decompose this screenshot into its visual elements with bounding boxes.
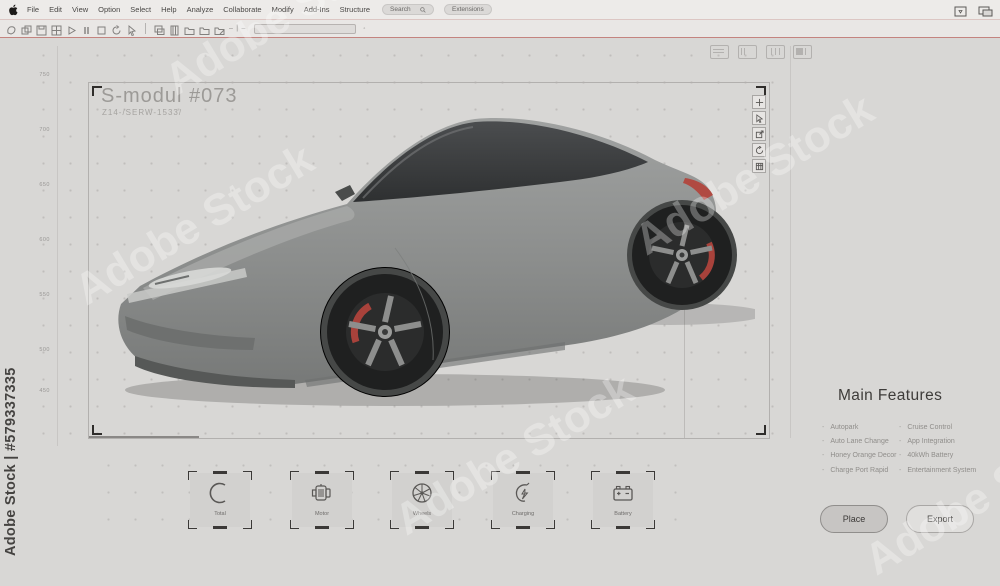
features-heading: Main Features	[838, 387, 943, 404]
ruler-label: 550	[39, 292, 50, 298]
tool-cursor-icon[interactable]	[126, 23, 137, 37]
feature-item: Entertainment System	[899, 467, 976, 474]
menu-edit[interactable]: Edit	[49, 5, 62, 14]
export-button[interactable]: Export	[906, 505, 974, 533]
tool-layers-icon[interactable]	[21, 23, 32, 35]
search-input[interactable]: Search	[382, 4, 434, 15]
category-label: Motor	[314, 511, 330, 517]
ruler-label: 650	[39, 182, 50, 188]
view-layout-icon-3[interactable]	[766, 45, 785, 59]
menu-option[interactable]: Option	[98, 5, 120, 14]
tool-folder2-icon[interactable]	[199, 23, 210, 35]
tool-pen-icon[interactable]	[6, 23, 17, 35]
category-card-battery[interactable]: Battery	[591, 471, 655, 529]
category-label: Total	[214, 511, 226, 517]
battery-icon	[613, 485, 633, 501]
extensions-button[interactable]: Extensions	[444, 4, 492, 15]
tool-folder-icon[interactable]	[184, 23, 195, 35]
menu-collaborate[interactable]: Collaborate	[223, 5, 261, 14]
tool-rotate-icon[interactable]	[111, 23, 122, 35]
crescent-icon	[209, 482, 226, 504]
watermark-tile: Adobe Stock	[856, 404, 1000, 585]
view-layout-icon-2[interactable]	[738, 45, 757, 59]
tool-folder-edit-icon[interactable]	[214, 23, 225, 35]
menu-addins[interactable]: Add-Ins	[304, 5, 330, 14]
menu-select[interactable]: Select	[130, 5, 151, 14]
ruler-label: 750	[39, 72, 50, 78]
feature-item: 40kWh Battery	[899, 452, 953, 459]
tool-grid-icon[interactable]	[51, 23, 62, 36]
wheel-icon	[412, 483, 432, 503]
ruler-label: 500	[39, 347, 50, 353]
category-label: Charging	[511, 511, 535, 517]
feature-item: Honey Orange Decor	[822, 452, 896, 459]
car-3d-model[interactable]	[95, 98, 755, 438]
magnifier-icon	[420, 6, 426, 13]
stock-id-watermark: Adobe Stock | #579337335	[3, 367, 19, 556]
tool-pause-icon[interactable]	[81, 23, 92, 34]
category-label: Battery	[614, 511, 632, 517]
category-card-wheels[interactable]: Wheels	[390, 471, 454, 529]
feature-item: App Integration	[899, 438, 954, 445]
toolbar-input[interactable]	[254, 23, 357, 34]
menu-modify[interactable]: Modify	[272, 5, 294, 14]
motor-icon	[311, 484, 331, 501]
menu-bar: File Edit View Option Select Help Analyz…	[0, 0, 1000, 20]
category-label: Wheels	[412, 511, 432, 517]
tool-windows-icon[interactable]	[154, 23, 165, 35]
search-placeholder: Search	[390, 6, 411, 13]
frame-corner-br	[756, 425, 766, 435]
menu-analyze[interactable]: Analyze	[187, 5, 214, 14]
view-layout-icon-4[interactable]	[793, 45, 812, 59]
ruler-label: 450	[39, 388, 50, 394]
apple-logo-icon[interactable]	[8, 4, 18, 16]
guide-line-left	[57, 46, 58, 446]
menu-view[interactable]: View	[72, 5, 88, 14]
tool-save-icon[interactable]	[36, 23, 47, 36]
windows-stack-icon[interactable]	[978, 4, 993, 17]
tool-structure-icon[interactable]	[169, 23, 180, 36]
toolbar-separator	[145, 23, 146, 34]
feature-item: Cruise Control	[899, 424, 952, 431]
menu-help[interactable]: Help	[161, 5, 176, 14]
feature-item: Auto Lane Change	[822, 438, 888, 445]
ruler-label: 700	[39, 127, 50, 133]
panel-toggle-icon[interactable]	[954, 4, 968, 17]
place-button[interactable]: Place	[820, 505, 888, 533]
category-card-total[interactable]: Total	[188, 471, 252, 529]
menu-file[interactable]: File	[27, 5, 39, 14]
menu-structure[interactable]: Structure	[340, 5, 370, 14]
toolbar-caret-icon: ◦	[363, 25, 366, 32]
view-layout-icon-1[interactable]	[710, 45, 729, 59]
charging-icon	[515, 482, 530, 502]
extensions-label: Extensions	[452, 6, 484, 13]
guide-line-right	[790, 46, 791, 438]
feature-item: Autopark	[822, 424, 858, 431]
tool-stop-icon[interactable]	[96, 23, 107, 35]
tool-play-icon[interactable]	[66, 23, 77, 35]
category-card-motor[interactable]: Motor	[290, 471, 354, 529]
ruler-label: 600	[39, 237, 50, 243]
toolbar-dashes: – | –	[229, 25, 247, 32]
feature-item: Charge Port Rapid	[822, 467, 888, 474]
category-card-charging[interactable]: Charging	[491, 471, 555, 529]
toolbar: – | – ◦	[0, 20, 1000, 38]
